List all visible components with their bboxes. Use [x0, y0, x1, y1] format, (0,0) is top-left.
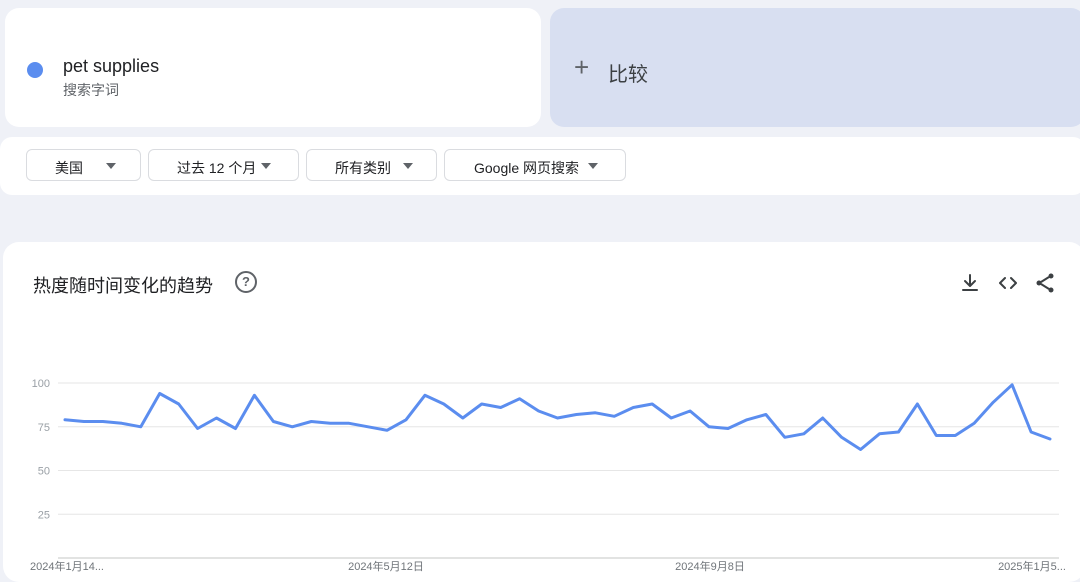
caret-down-icon — [106, 163, 116, 169]
interest-over-time-card: 100 75 50 25 2024年1月14... 2024年5月12日 2024年9月8日… — [3, 242, 1080, 582]
x-tick-label: 2024年5月12日 — [348, 559, 424, 573]
search-term-subtitle: 搜索字词 — [63, 82, 119, 98]
y-tick-label: 50 — [38, 466, 50, 478]
time-range-dropdown-label: 过去 12 个月 — [177, 160, 257, 176]
search-term-card[interactable]: pet supplies 搜索字词 — [5, 8, 541, 127]
region-dropdown[interactable]: 美国 — [26, 149, 141, 181]
compare-label: 比较 — [608, 64, 648, 86]
caret-down-icon — [588, 163, 598, 169]
x-tick-label: 2024年1月14... — [30, 559, 104, 573]
share-icon[interactable] — [1033, 271, 1057, 295]
category-dropdown-label: 所有类别 — [335, 160, 391, 176]
chart-title: 热度随时间变化的趋势 — [33, 276, 213, 296]
plus-icon: + — [574, 52, 590, 82]
download-icon[interactable] — [958, 271, 982, 295]
help-circle-icon[interactable]: ? — [235, 271, 257, 293]
series-line — [63, 383, 1052, 451]
time-range-dropdown[interactable]: 过去 12 个月 — [148, 149, 299, 181]
embed-code-icon[interactable] — [996, 271, 1020, 295]
add-comparison-button[interactable]: + 比较 — [550, 8, 1080, 127]
y-tick-label: 75 — [38, 422, 50, 434]
x-tick-label: 2024年9月8日 — [675, 559, 745, 573]
caret-down-icon — [261, 163, 271, 169]
y-tick-label: 25 — [38, 509, 50, 521]
x-tick-label: 2025年1月5... — [998, 559, 1066, 573]
caret-down-icon — [403, 163, 413, 169]
region-dropdown-label: 美国 — [55, 160, 83, 176]
search-source-dropdown[interactable]: Google 网页搜索 — [444, 149, 626, 181]
series-color-dot — [27, 62, 43, 78]
search-term-name[interactable]: pet supplies — [63, 56, 159, 77]
filter-bar: 美国 过去 12 个月 所有类别 Google 网页搜索 — [0, 137, 1080, 195]
search-source-dropdown-label: Google 网页搜索 — [474, 160, 580, 176]
y-tick-label: 100 — [32, 378, 50, 390]
category-dropdown[interactable]: 所有类别 — [306, 149, 437, 181]
